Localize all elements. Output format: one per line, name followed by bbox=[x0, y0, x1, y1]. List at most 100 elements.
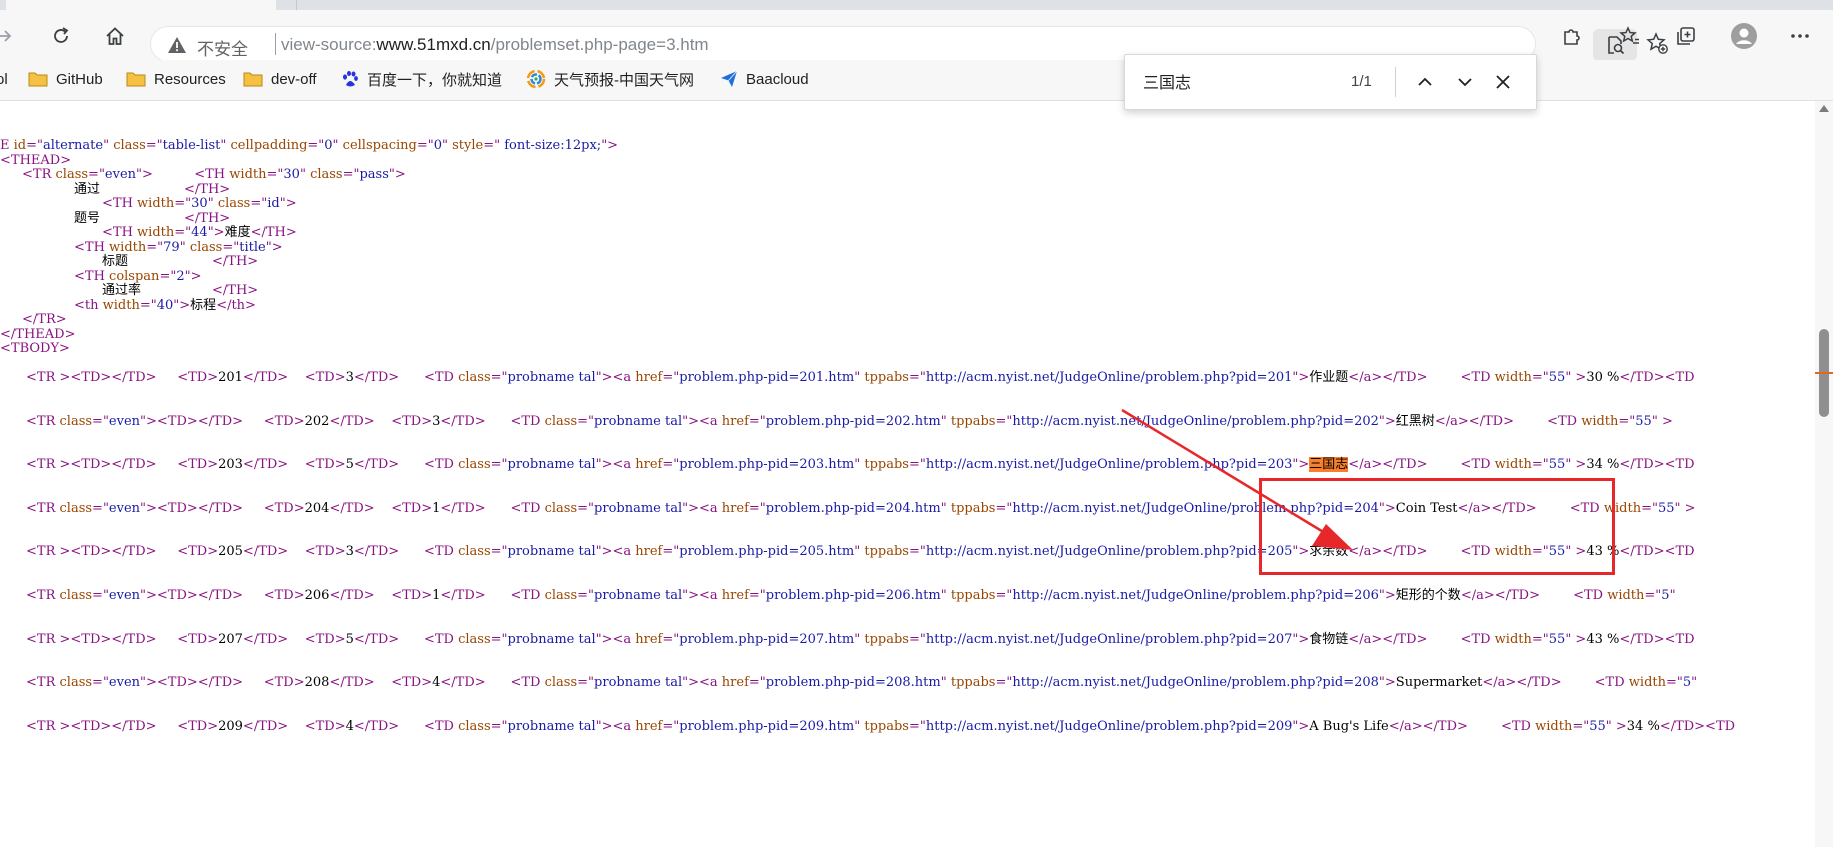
page-scrollbar[interactable] bbox=[1815, 101, 1833, 847]
tag: <TD> bbox=[304, 457, 346, 473]
weather-swirl-icon bbox=[526, 69, 546, 89]
scroll-up-icon[interactable] bbox=[1819, 105, 1829, 112]
extensions-button[interactable] bbox=[1556, 20, 1588, 52]
attr-name: href bbox=[635, 544, 663, 560]
url-text[interactable]: view-source:www.51mxd.cn/problemset.php-… bbox=[281, 35, 709, 55]
bookmark-dev-off[interactable]: dev-off bbox=[243, 66, 317, 92]
attr-quote: =" bbox=[92, 500, 109, 516]
reload-button[interactable] bbox=[45, 20, 77, 52]
attr-quote: =" bbox=[908, 631, 926, 647]
bookmarks-bar: ol GitHub Resources dev-off 百度一下，你就知道 天气… bbox=[0, 60, 1833, 101]
find-next-button[interactable] bbox=[1451, 68, 1479, 96]
table-row: <TR class="even"><TD></TD> <TD>202</TD> … bbox=[26, 413, 1673, 430]
attr-value: 30 bbox=[283, 167, 300, 182]
view-source-content[interactable]: E id="alternate" class="table-list" cell… bbox=[0, 101, 1815, 847]
tag: </a></TD> bbox=[1434, 413, 1514, 429]
attr-value: probname tal bbox=[507, 631, 596, 647]
attr-name: cellspacing bbox=[342, 138, 417, 153]
attr-value: problem.php-pid=205.htm bbox=[679, 544, 855, 560]
attr-quote: =" bbox=[92, 588, 109, 603]
favorites-button[interactable] bbox=[1614, 20, 1646, 52]
tag: ><TD></TD> bbox=[146, 500, 244, 516]
attr-quote: =" bbox=[92, 675, 109, 691]
tag: </TD> bbox=[353, 544, 400, 560]
attr-value: font-size:12px; bbox=[500, 138, 602, 153]
tag: ><a bbox=[688, 588, 718, 603]
attr-value: problem.php-pid=204.htm bbox=[765, 500, 941, 516]
tag: <TD bbox=[510, 413, 541, 429]
find-previous-button[interactable] bbox=[1411, 68, 1439, 96]
tag: </TD> bbox=[353, 370, 400, 385]
warning-icon[interactable] bbox=[167, 35, 187, 55]
collections-button[interactable] bbox=[1670, 20, 1702, 52]
attr-quote: =" bbox=[577, 500, 595, 516]
attr-value: problem.php-pid=201.htm bbox=[679, 370, 855, 385]
problem-title: 食物链 bbox=[1309, 631, 1349, 647]
tag: <TD> bbox=[304, 718, 346, 734]
browser-toolbar: 不安全 view-source:www.51mxd.cn/problemset.… bbox=[0, 10, 1833, 62]
attr-value: http://acm.nyist.net/JudgeOnline/problem… bbox=[1012, 588, 1379, 603]
attr-value: id bbox=[267, 196, 280, 211]
attr-value: 5 bbox=[1661, 588, 1670, 603]
tag: </TD> bbox=[353, 457, 400, 473]
attr-quote: " bbox=[1669, 588, 1676, 603]
active-tab[interactable] bbox=[6, 0, 297, 10]
folder-icon bbox=[28, 72, 48, 87]
bookmark-baidu[interactable]: 百度一下，你就知道 bbox=[341, 66, 502, 92]
tag: <TD> bbox=[391, 500, 433, 516]
tag: </TD> bbox=[353, 718, 400, 734]
find-close-button[interactable] bbox=[1489, 68, 1517, 96]
attr-name: href bbox=[721, 588, 749, 603]
attr-value: problem.php-pid=202.htm bbox=[765, 413, 941, 429]
tag: </TD> bbox=[329, 588, 375, 603]
bookmark-label: 天气预报-中国天气网 bbox=[554, 71, 694, 89]
profile-button[interactable] bbox=[1728, 20, 1760, 52]
attr-value: probname tal bbox=[507, 544, 596, 560]
attr-quote: =" bbox=[908, 370, 926, 385]
tag: <TD> bbox=[263, 413, 305, 429]
home-icon bbox=[106, 27, 124, 45]
tag: > bbox=[1298, 718, 1310, 734]
bookmark-item[interactable]: ol bbox=[0, 66, 8, 92]
bookmark-github[interactable]: GitHub bbox=[28, 66, 103, 92]
security-label[interactable]: 不安全 bbox=[197, 35, 248, 60]
find-input[interactable] bbox=[1143, 67, 1343, 95]
tag: <TD bbox=[1573, 588, 1608, 603]
attr-quote: =" bbox=[139, 297, 157, 313]
tag: ><TD></TD> bbox=[59, 631, 157, 647]
attr-quote: =" bbox=[490, 544, 508, 560]
bookmark-resources[interactable]: Resources bbox=[126, 66, 226, 92]
attr-quote: =" bbox=[995, 588, 1013, 603]
add-favorite-icon[interactable] bbox=[1645, 31, 1669, 55]
attr-quote: =" bbox=[159, 268, 177, 284]
problem-id: 205 bbox=[218, 544, 243, 560]
attr-value: 0 bbox=[433, 138, 442, 153]
tag: </TD> bbox=[440, 413, 486, 429]
attr-name: style bbox=[452, 138, 484, 153]
more-menu-button[interactable] bbox=[1784, 20, 1816, 52]
chevron-up-icon bbox=[1418, 77, 1432, 86]
find-match-count: 1/1 bbox=[1351, 73, 1372, 90]
attr-name: href bbox=[721, 675, 749, 691]
attr-value: http://acm.nyist.net/JudgeOnline/problem… bbox=[925, 718, 1293, 734]
table-row: <TR ><TD></TD> <TD>201</TD> <TD>3</TD> <… bbox=[26, 369, 1695, 386]
forward-button[interactable] bbox=[0, 20, 20, 52]
tag: > bbox=[607, 138, 619, 153]
home-button[interactable] bbox=[99, 20, 131, 52]
find-bar: 1/1 bbox=[1124, 54, 1537, 110]
tag: ><TD></TD> bbox=[146, 588, 244, 603]
bookmark-weather[interactable]: 天气预报-中国天气网 bbox=[526, 66, 694, 92]
attr-value: problem.php-pid=207.htm bbox=[679, 631, 855, 647]
attr-name: tppabs bbox=[950, 413, 996, 429]
tag: </a></TD> bbox=[1482, 675, 1562, 691]
bookmark-baacloud[interactable]: Baacloud bbox=[720, 66, 809, 92]
problem-id: 203 bbox=[218, 457, 243, 473]
attr-value: even bbox=[108, 413, 141, 429]
